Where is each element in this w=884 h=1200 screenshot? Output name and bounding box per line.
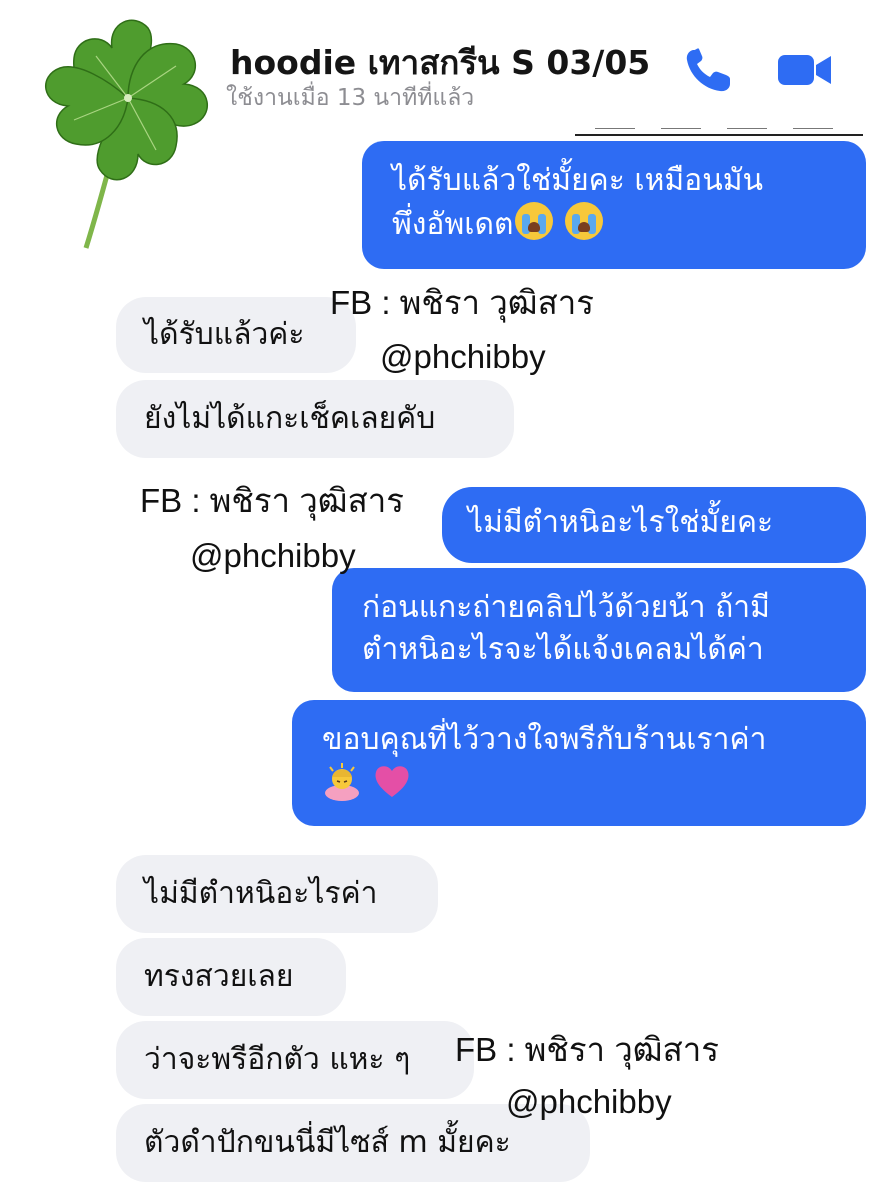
message-bubble-outgoing[interactable]: ไม่มีตำหนิอะไรใช่มั้ยคะ (442, 487, 866, 563)
video-camera-icon[interactable] (774, 44, 834, 96)
document-strip (575, 120, 863, 136)
phone-icon[interactable] (680, 44, 740, 96)
message-bubble-incoming[interactable]: ไม่มีตำหนิอะไรค่า (116, 855, 438, 933)
message-line: ได้รับแล้วใช่มั้ยคะ เหมือนมัน (392, 163, 763, 198)
message-bubble-incoming[interactable]: ยังไม่ได้แกะเช็คเลยคับ (116, 380, 514, 458)
four-leaf-clover-sticker (16, 0, 226, 250)
message-bubble-outgoing[interactable]: ก่อนแกะถ่ายคลิปไว้ด้วยน้า ถ้ามี ตำหนิอะไ… (332, 568, 866, 692)
message-text: ทรงสวยเลย (144, 959, 294, 994)
message-text: ตัวดำปักขนนี่มีไซส์ m มั้ยคะ (144, 1125, 511, 1160)
message-text: ไม่มีตำหนิอะไรใช่มั้ยคะ (468, 505, 774, 540)
watermark-name: FB : พชิรา วุฒิสาร (455, 1031, 719, 1068)
message-bubble-outgoing[interactable]: ได้รับแล้วใช่มั้ยคะ เหมือนมัน พึ่งอัพเดต (362, 141, 866, 269)
message-bubble-outgoing[interactable]: ขอบคุณที่ไว้วางใจพรีกับร้านเราค่า (292, 700, 866, 826)
message-line: ตำหนิอะไรจะได้แจ้งเคลมได้ค่า (362, 632, 764, 667)
watermark-name: FB : พชิรา วุฒิสาร (140, 482, 404, 519)
watermark-name: FB : พชิรา วุฒิสาร (330, 284, 594, 321)
person-bowing-emoji (322, 761, 362, 813)
message-text: ไม่มีตำหนิอะไรค่า (144, 876, 378, 911)
message-bubble-incoming[interactable]: ว่าจะพรีอีกตัว แหะ ๆ (116, 1021, 474, 1099)
pink-heart-emoji (372, 761, 412, 813)
message-bubble-incoming[interactable]: ทรงสวยเลย (116, 938, 346, 1016)
message-text: ได้รับแล้วค่ะ (144, 317, 305, 352)
watermark-handle: @phchibby (506, 1083, 672, 1120)
emoji-line (322, 761, 840, 813)
message-text: ยังไม่ได้แกะเช็คเลยคับ (144, 401, 436, 436)
message-line: ก่อนแกะถ่ายคลิปไว้ด้วยน้า ถ้ามี (362, 590, 770, 625)
message-bubble-incoming[interactable]: ได้รับแล้วค่ะ (116, 297, 356, 373)
loudly-crying-face-emoji (515, 202, 554, 240)
loudly-crying-face-emoji (564, 202, 603, 240)
message-text: ว่าจะพรีอีกตัว แหะ ๆ (144, 1042, 411, 1077)
message-line: ขอบคุณที่ไว้วางใจพรีกับร้านเราค่า (322, 722, 767, 757)
watermark-handle: @phchibby (380, 338, 546, 375)
message-line: พึ่งอัพเดต (392, 202, 840, 246)
active-status: ใช้งานเมื่อ 13 นาทีที่แล้ว (226, 85, 475, 111)
message-line-text: พึ่งอัพเดต (392, 207, 514, 242)
watermark-handle: @phchibby (190, 537, 356, 574)
